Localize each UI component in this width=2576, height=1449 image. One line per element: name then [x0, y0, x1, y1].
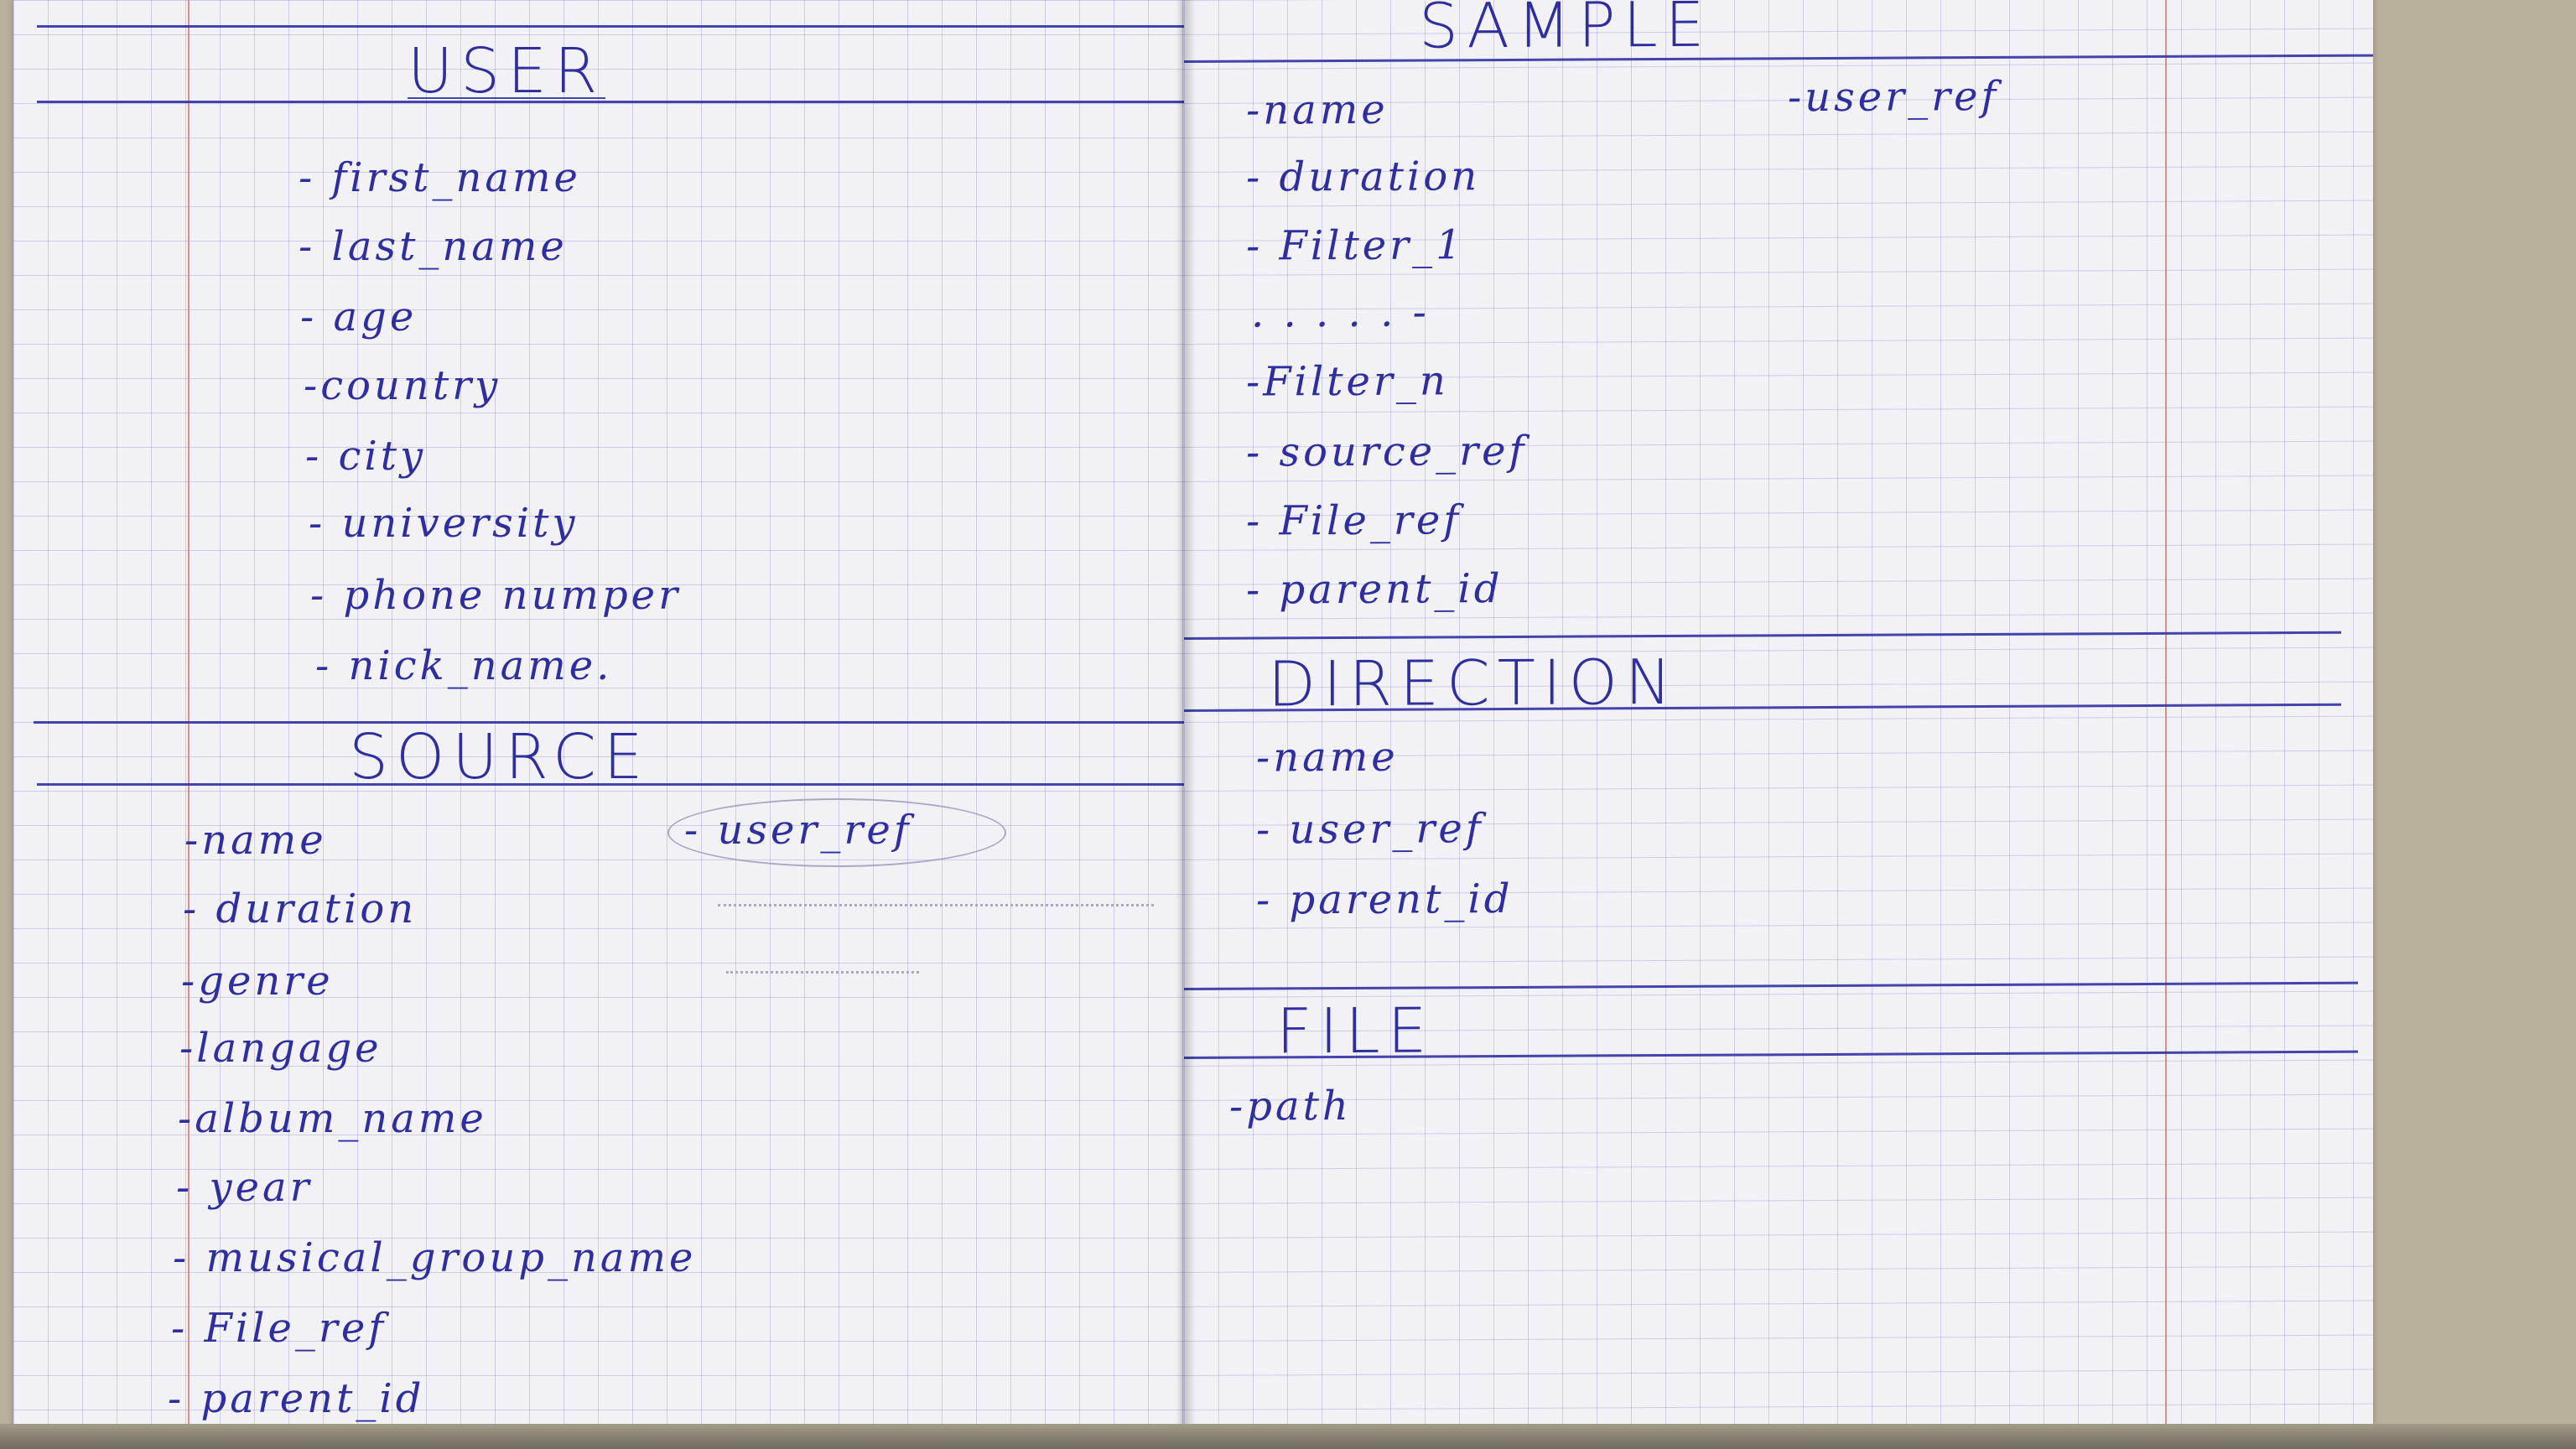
source-field: - year	[176, 1164, 313, 1211]
user-field: - age	[300, 293, 418, 340]
sample-field: - File_ref	[1246, 496, 1462, 545]
direction-field: - user_ref	[1256, 805, 1484, 854]
section-rule	[1184, 981, 2358, 990]
section-rule	[37, 783, 1184, 786]
sample-field: - duration	[1246, 153, 1481, 201]
section-rule	[37, 101, 1184, 103]
margin-line	[2165, 0, 2167, 1429]
sample-title: SAMPLE	[1419, 0, 1712, 63]
notebook-right-page: SAMPLE -name -user_ref - duration - Filt…	[1184, 0, 2373, 1434]
sample-field: - parent_id	[1246, 565, 1504, 614]
direction-field: -name	[1256, 733, 1399, 782]
user-field: - phone numper	[310, 572, 682, 619]
crossed-note	[718, 884, 1154, 906]
header-rule	[37, 25, 1184, 28]
section-rule	[1184, 631, 2341, 640]
user-field: - university	[309, 500, 579, 547]
source-title: SOURCE	[349, 721, 651, 793]
user-field: -country	[304, 362, 501, 409]
source-field: -album_name	[178, 1095, 487, 1142]
source-field: - musical_group_name	[173, 1234, 697, 1281]
direction-title: DIRECTION	[1268, 646, 1680, 721]
desk-edge	[0, 1424, 2576, 1449]
source-field: - duration	[183, 886, 418, 932]
user-field: - last_name	[299, 223, 568, 270]
notebook-left-page: USER - first_name - last_name - age -cou…	[13, 0, 1184, 1434]
margin-line	[188, 0, 190, 1434]
sample-field: - source_ref	[1246, 427, 1528, 476]
sample-field: -Filter_n	[1246, 357, 1449, 406]
sample-field: -name	[1246, 86, 1389, 134]
file-title: FILE	[1276, 995, 1435, 1068]
title-underline	[408, 97, 605, 99]
sample-user-ref: -user_ref	[1788, 72, 2000, 122]
source-field: -name	[184, 817, 327, 864]
user-field: - city	[305, 433, 427, 480]
user-field: - nick_name.	[315, 642, 613, 689]
notebook-fold	[1176, 0, 1196, 1434]
sample-field: - Filter_1	[1246, 221, 1465, 270]
user-field: - first_name	[299, 154, 581, 201]
source-field: - File_ref	[171, 1305, 387, 1352]
user-title: USER	[408, 35, 605, 107]
direction-field: - parent_id	[1256, 875, 1514, 924]
source-field: - parent_id	[168, 1375, 425, 1422]
source-field: -genre	[181, 958, 334, 1005]
sample-field: . . . . . -	[1251, 288, 1430, 337]
source-field: -langage	[179, 1025, 382, 1072]
source-user-ref: - user_ref	[684, 807, 912, 854]
section-rule	[1184, 54, 2373, 63]
file-field: -path	[1229, 1082, 1352, 1130]
crossed-note	[726, 951, 919, 974]
